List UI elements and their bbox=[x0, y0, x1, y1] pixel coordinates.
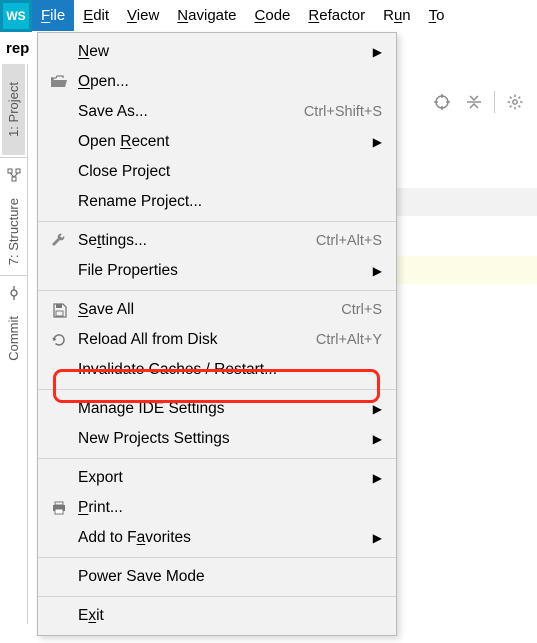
submenu-arrow-icon: ▶ bbox=[360, 402, 382, 416]
menu-item-save-all[interactable]: Save All Ctrl+S bbox=[38, 295, 396, 325]
folder-open-icon bbox=[48, 71, 70, 93]
wrench-icon bbox=[48, 230, 70, 252]
menu-item-open[interactable]: Open... bbox=[38, 67, 396, 97]
menu-item-print[interactable]: Print... bbox=[38, 493, 396, 523]
submenu-arrow-icon: ▶ bbox=[360, 432, 382, 446]
app-icon: WS bbox=[0, 0, 32, 32]
menubar-item-file[interactable]: File bbox=[32, 0, 74, 31]
editor-toolbar bbox=[397, 82, 537, 122]
gutter-sep bbox=[0, 275, 27, 276]
menu-item-exit[interactable]: Exit bbox=[38, 601, 396, 631]
tool-window-commit[interactable]: Commit bbox=[6, 308, 21, 369]
submenu-arrow-icon: ▶ bbox=[360, 264, 382, 278]
menu-item-save-as[interactable]: Save As... Ctrl+Shift+S bbox=[38, 97, 396, 127]
shortcut-text: Ctrl+S bbox=[341, 302, 382, 318]
menu-item-file-properties[interactable]: File Properties ▶ bbox=[38, 256, 396, 286]
menu-item-power-save-mode[interactable]: Power Save Mode bbox=[38, 562, 396, 592]
reload-icon bbox=[48, 329, 70, 351]
tool-window-project[interactable]: 1: Project bbox=[2, 64, 25, 155]
submenu-arrow-icon: ▶ bbox=[360, 531, 382, 545]
menu-item-export[interactable]: Export ▶ bbox=[38, 463, 396, 493]
menu-separator bbox=[38, 290, 396, 291]
target-icon[interactable] bbox=[430, 90, 454, 114]
menu-item-open-recent[interactable]: Open Recent ▶ bbox=[38, 127, 396, 157]
submenu-arrow-icon: ▶ bbox=[360, 135, 382, 149]
menu-item-new-projects-settings[interactable]: New Projects Settings ▶ bbox=[38, 424, 396, 454]
submenu-arrow-icon: ▶ bbox=[360, 471, 382, 485]
menu-separator bbox=[38, 596, 396, 597]
menubar-item-refactor[interactable]: Refactor bbox=[299, 0, 374, 31]
menu-separator bbox=[38, 389, 396, 390]
shortcut-text: Ctrl+Alt+S bbox=[316, 233, 382, 249]
menubar-item-edit[interactable]: Edit bbox=[74, 0, 118, 31]
menubar-item-navigate[interactable]: Navigate bbox=[168, 0, 245, 31]
shortcut-text: Ctrl+Alt+Y bbox=[316, 332, 382, 348]
menubar-item-code[interactable]: Code bbox=[246, 0, 300, 31]
menu-item-add-to-favorites[interactable]: Add to Favorites ▶ bbox=[38, 523, 396, 553]
menubar: WS File Edit View Navigate Code Refactor… bbox=[0, 0, 537, 32]
gutter-sep bbox=[0, 157, 27, 158]
submenu-arrow-icon: ▶ bbox=[360, 45, 382, 59]
toolbar-sep bbox=[494, 91, 495, 113]
menu-separator bbox=[38, 221, 396, 222]
file-menu-dropdown: New ▶ Open... Save As... Ctrl+Shift+S Op… bbox=[37, 32, 397, 636]
menu-item-invalidate-caches[interactable]: Invalidate Caches / Restart... bbox=[38, 355, 396, 385]
menu-item-rename-project[interactable]: Rename Project... bbox=[38, 187, 396, 217]
gear-icon[interactable] bbox=[503, 90, 527, 114]
tool-window-gutter: 1: Project 7: Structure Commit bbox=[0, 64, 28, 624]
menu-item-close-project[interactable]: Close Project bbox=[38, 157, 396, 187]
menu-separator bbox=[38, 458, 396, 459]
print-icon bbox=[48, 497, 70, 519]
menu-item-new[interactable]: New ▶ bbox=[38, 37, 396, 67]
menu-item-reload-from-disk[interactable]: Reload All from Disk Ctrl+Alt+Y bbox=[38, 325, 396, 355]
breadcrumb-text: rep bbox=[6, 40, 29, 57]
menubar-item-tools[interactable]: To bbox=[420, 0, 454, 31]
shortcut-text: Ctrl+Shift+S bbox=[304, 104, 382, 120]
menubar-item-view[interactable]: View bbox=[118, 0, 168, 31]
tool-window-structure[interactable]: 7: Structure bbox=[6, 190, 21, 273]
collapse-icon[interactable] bbox=[462, 90, 486, 114]
menu-separator bbox=[38, 557, 396, 558]
save-icon bbox=[48, 299, 70, 321]
menu-item-settings[interactable]: Settings... Ctrl+Alt+S bbox=[38, 226, 396, 256]
menubar-item-run[interactable]: Run bbox=[374, 0, 420, 31]
menu-item-manage-ide-settings[interactable]: Manage IDE Settings ▶ bbox=[38, 394, 396, 424]
commit-icon bbox=[5, 284, 23, 302]
structure-icon bbox=[5, 166, 23, 184]
